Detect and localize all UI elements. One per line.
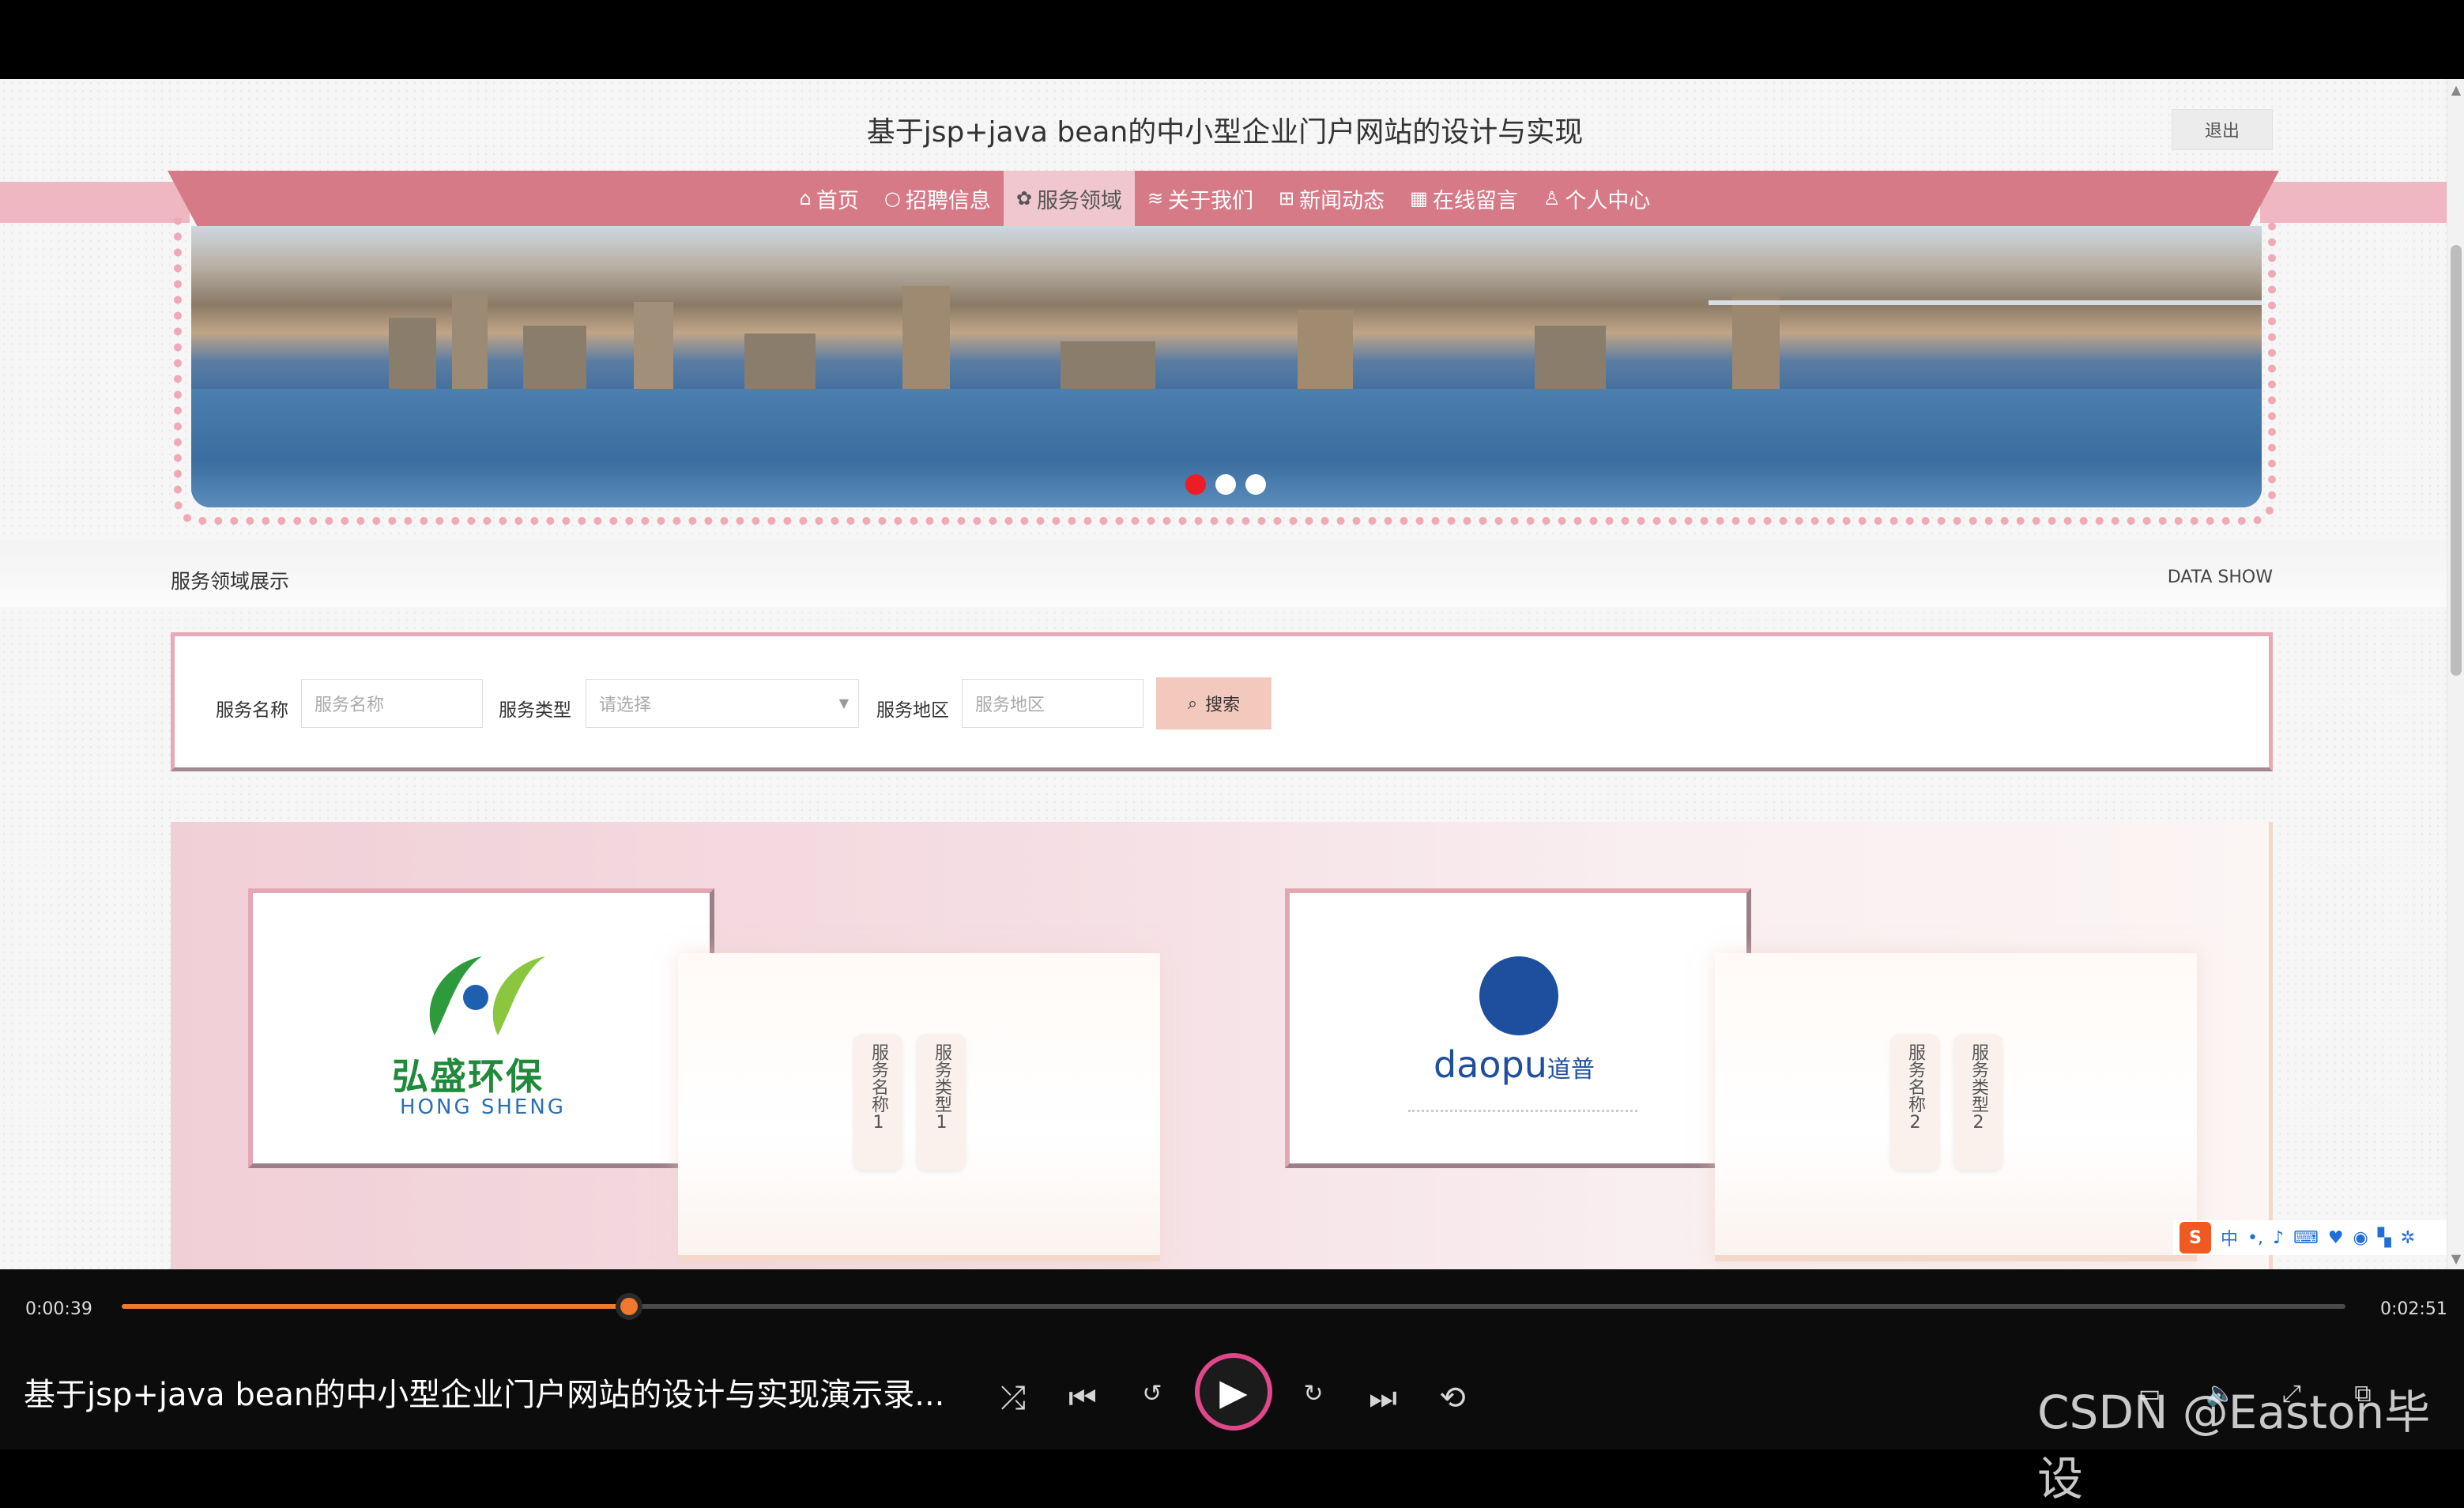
logo-cn-text: 弘盛环保 [392,1055,544,1098]
chevron-down-icon: ▼ [838,696,849,711]
search-button-label: 搜索 [1205,696,1241,715]
service-name-tag: 服务名称1 [853,1034,902,1170]
service-area-input[interactable]: 服务地区 [962,679,1143,728]
section-title: 服务领域展示 [171,570,290,593]
seek-handle[interactable] [615,1293,642,1320]
paw-icon: ✿ [1015,187,1032,209]
rewind-10-icon[interactable]: ↺ [1128,1380,1176,1408]
service-type-select[interactable]: 请选择 ▼ [586,679,859,728]
search-form: 服务名称 服务名称 服务类型 请选择 ▼ 服务地区 服务地区 ⌕ 搜索 [171,632,2273,771]
logo-text: daopu道普 [1434,1043,1595,1086]
service-type-tag: 服务类型1 [917,1034,966,1170]
logo-cn-text: 道普 [1547,1056,1595,1084]
scrollbar[interactable]: ▲ ▼ [2447,79,2464,1269]
service-name-tag: 服务名称2 [1890,1034,1939,1170]
keyboard-icon[interactable]: ⌨ [2293,1228,2319,1248]
ime-toolbar: S 中 •, ♪ ⌨ ♥ ◉ ▚ ✲ [2173,1220,2464,1255]
service-type-value: 请选择 [599,696,652,715]
scroll-down-icon[interactable]: ▼ [2447,1251,2464,1266]
ime-lang[interactable]: 中 [2221,1225,2238,1250]
skin-icon[interactable]: ♥ [2328,1228,2344,1248]
calendar-icon: ▦ [1410,187,1428,209]
service-name-label: 服务名称 [216,700,288,721]
repeat-off-icon[interactable]: ⟲ [1429,1380,1476,1416]
search-button[interactable]: ⌕ 搜索 [1156,677,1272,729]
nav-label: 在线留言 [1432,188,1518,213]
nav-label: 关于我们 [1168,188,1254,213]
video-player-controls: 0:00:39 0:02:51 基于jsp+java bean的中小型企业门户网… [0,1269,2464,1506]
search-icon: ⌕ [1187,693,1198,714]
previous-icon[interactable]: ⏮ [1059,1380,1106,1416]
service-type-label: 服务类型 [499,700,571,721]
service-card-info-2[interactable]: 服务名称2 服务类型2 [1715,953,2197,1261]
logo-tagline-decoration [1408,1110,1637,1133]
browser-viewport: 基于jsp+java bean的中小型企业门户网站的设计与实现 退出 ⌂ 首页 … [0,79,2464,1269]
next-icon[interactable]: ⏭ [1359,1380,1407,1416]
game-icon[interactable]: ◉ [2353,1228,2368,1248]
watermark: CSDN @Easton毕设 [2037,1385,2431,1506]
play-button[interactable]: ▶ [1195,1353,1272,1431]
play-icon: ▶ [1219,1370,1248,1413]
section-subtitle: DATA SHOW [2167,567,2273,587]
carousel-dot-2[interactable] [1215,474,1236,495]
sogou-logo-icon: S [2180,1222,2211,1254]
carousel-dot-3[interactable] [1245,474,1266,495]
circle-icon: ○ [883,187,901,209]
shuffle-icon[interactable]: ⤮ [989,1380,1037,1416]
gift-icon: ⊞ [1279,187,1295,209]
current-time: 0:00:39 [25,1299,92,1319]
sliders-icon: ≋ [1147,187,1164,209]
apps-icon[interactable]: ▚ [2378,1228,2391,1248]
service-card-image-1[interactable]: 弘盛环保 HONG SHENG [248,888,714,1168]
nav-label: 首页 [816,188,859,213]
nav-label: 招聘信息 [905,188,991,213]
scrollbar-thumb[interactable] [2451,245,2462,676]
service-card-image-2[interactable]: daopu道普 [1285,888,1751,1168]
scroll-up-icon[interactable]: ▲ [2447,82,2464,97]
service-type-tag: 服务类型2 [1953,1034,2002,1170]
home-icon: ⌂ [799,187,812,209]
user-icon: ♙ [1543,187,1561,209]
total-time: 0:02:51 [2380,1299,2447,1319]
seek-bar[interactable] [122,1293,2345,1320]
nav-label: 个人中心 [1565,188,1651,213]
daopu-logo-icon [1479,956,1558,1035]
seek-progress [122,1304,629,1309]
carousel-dot-1[interactable] [1185,474,1206,495]
section-header [0,541,2450,607]
banner-image[interactable] [191,226,2262,507]
services-grid: 弘盛环保 HONG SHENG 服务名称1 服务类型1 daopu道普 服务名称… [171,822,2273,1269]
carousel-dots [1185,474,1266,495]
forward-30-icon[interactable]: ↻ [1290,1380,1337,1408]
settings-icon[interactable]: ✲ [2401,1228,2415,1248]
service-card-info-1[interactable]: 服务名称1 服务类型1 [678,953,1160,1261]
service-area-label: 服务地区 [876,700,949,721]
site-title: 基于jsp+java bean的中小型企业门户网站的设计与实现 [866,116,1584,149]
video-title: 基于jsp+java bean的中小型企业门户网站的设计与实现演示录... [24,1377,945,1413]
logout-button[interactable]: 退出 [2172,109,2273,150]
microphone-icon[interactable]: ♪ [2273,1228,2284,1248]
punctuation-icon[interactable]: •, [2247,1228,2263,1248]
nav-label: 服务领域 [1036,188,1122,213]
hongsheng-logo-icon [429,956,545,1035]
logo-en-text: HONG SHENG [400,1095,566,1119]
nav-label: 新闻动态 [1299,188,1385,213]
banner-bridge [1709,226,2262,305]
service-name-input[interactable]: 服务名称 [301,679,483,728]
logo-en-text: daopu [1434,1043,1547,1086]
